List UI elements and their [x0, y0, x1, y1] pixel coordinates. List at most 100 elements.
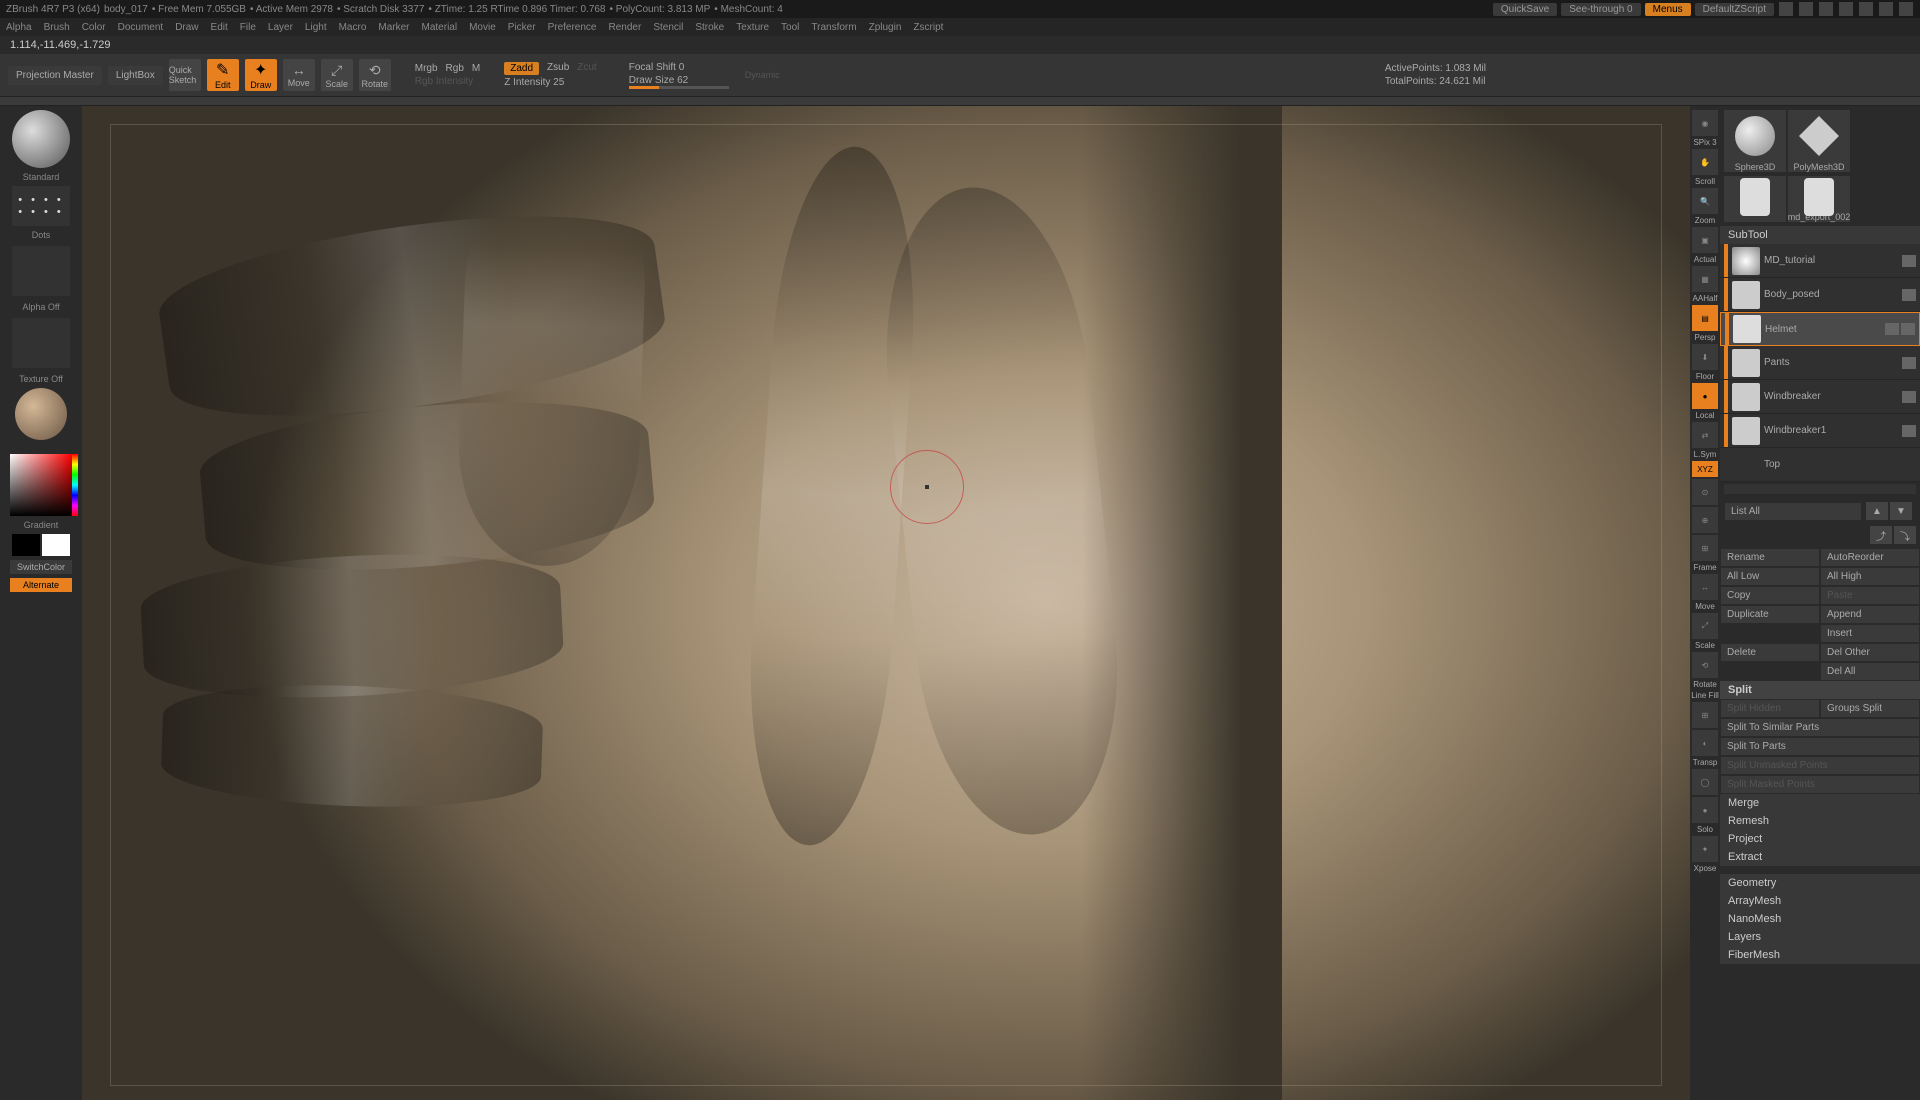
window-btn-3[interactable]: [1819, 2, 1833, 16]
rename-button[interactable]: Rename: [1720, 548, 1820, 567]
nav-scale-button[interactable]: ⤢: [1692, 613, 1718, 639]
rgb-toggle[interactable]: Rgb: [446, 63, 464, 74]
nav-rotate-button[interactable]: ⟲: [1692, 652, 1718, 678]
geometry-header[interactable]: Geometry: [1720, 874, 1920, 892]
menu-zscript[interactable]: Zscript: [913, 22, 943, 33]
quicksave-button[interactable]: QuickSave: [1493, 3, 1557, 16]
alternate-button[interactable]: Alternate: [10, 578, 72, 592]
actual-button[interactable]: ▣: [1692, 227, 1718, 253]
menu-stroke[interactable]: Stroke: [695, 22, 724, 33]
menu-alpha[interactable]: Alpha: [6, 22, 32, 33]
close-button[interactable]: [1899, 2, 1913, 16]
window-btn-1[interactable]: [1779, 2, 1793, 16]
seethrough-slider[interactable]: See-through 0: [1561, 3, 1640, 16]
listall-button[interactable]: List All: [1724, 502, 1862, 521]
menu-movie[interactable]: Movie: [469, 22, 496, 33]
eye-icon[interactable]: [1902, 255, 1916, 267]
remesh-header[interactable]: Remesh: [1720, 812, 1920, 830]
menu-light[interactable]: Light: [305, 22, 327, 33]
subtool-top[interactable]: Top: [1720, 448, 1920, 482]
scale-button[interactable]: ⤢Scale: [321, 59, 353, 91]
zoom-button[interactable]: 🔍: [1692, 188, 1718, 214]
arrow-move-down[interactable]: ⤵: [1894, 526, 1916, 544]
tool-preset-active[interactable]: [1724, 176, 1786, 222]
splitmasked-button[interactable]: Split Masked Points: [1720, 775, 1920, 794]
menu-material[interactable]: Material: [422, 22, 458, 33]
menu-layer[interactable]: Layer: [268, 22, 293, 33]
rot-y-button[interactable]: ⊙: [1692, 479, 1718, 505]
switchcolor-button[interactable]: SwitchColor: [10, 560, 72, 574]
layers-header[interactable]: Layers: [1720, 928, 1920, 946]
subtool-pants[interactable]: Pants: [1720, 346, 1920, 380]
edit-button[interactable]: ✎Edit: [207, 59, 239, 91]
menu-macro[interactable]: Macro: [339, 22, 367, 33]
zadd-toggle[interactable]: Zadd: [504, 62, 539, 75]
arrow-up[interactable]: ▲: [1866, 502, 1888, 520]
eye-icon[interactable]: [1901, 323, 1915, 335]
frame-button[interactable]: ⊞: [1692, 535, 1718, 561]
persp-button[interactable]: ▤: [1692, 305, 1718, 331]
subtool-windbreaker1[interactable]: Windbreaker1: [1720, 414, 1920, 448]
z-intensity-slider[interactable]: Z Intensity 25: [504, 77, 596, 88]
eye-icon[interactable]: [1902, 357, 1916, 369]
autoreorder-button[interactable]: AutoReorder: [1820, 548, 1920, 567]
zscript-button[interactable]: DefaultZScript: [1695, 3, 1774, 16]
ghost-button[interactable]: ◯: [1692, 769, 1718, 795]
zcut-toggle[interactable]: Zcut: [577, 62, 596, 75]
minimize-button[interactable]: [1859, 2, 1873, 16]
subtool-header[interactable]: SubTool: [1720, 226, 1920, 244]
eye-icon[interactable]: [1885, 323, 1899, 335]
merge-header[interactable]: Merge: [1720, 794, 1920, 812]
bpr-button[interactable]: ◉: [1692, 110, 1718, 136]
nav-move-button[interactable]: ↔: [1692, 574, 1718, 600]
extract-header[interactable]: Extract: [1720, 848, 1920, 866]
arraymesh-header[interactable]: ArrayMesh: [1720, 892, 1920, 910]
splitsimilar-button[interactable]: Split To Similar Parts: [1720, 718, 1920, 737]
menu-render[interactable]: Render: [609, 22, 642, 33]
groupssplit-button[interactable]: Groups Split: [1820, 699, 1920, 718]
xyz-button[interactable]: XYZ: [1692, 461, 1718, 477]
rot-z-button[interactable]: ⊕: [1692, 507, 1718, 533]
scroll-button[interactable]: ✋: [1692, 149, 1718, 175]
menu-edit[interactable]: Edit: [211, 22, 228, 33]
menu-transform[interactable]: Transform: [811, 22, 856, 33]
swatch-white[interactable]: [42, 534, 70, 556]
projection-master-button[interactable]: Projection Master: [8, 66, 102, 85]
grid-button[interactable]: ⊞: [1692, 702, 1718, 728]
window-btn-4[interactable]: [1839, 2, 1853, 16]
texture-slot[interactable]: [12, 318, 70, 368]
draw-button[interactable]: ✦Draw: [245, 59, 277, 91]
fibermesh-header[interactable]: FiberMesh: [1720, 946, 1920, 964]
nanomesh-header[interactable]: NanoMesh: [1720, 910, 1920, 928]
m-toggle[interactable]: M: [472, 63, 480, 74]
project-header[interactable]: Project: [1720, 830, 1920, 848]
stroke-thumbnail[interactable]: • • • •• • • •: [12, 186, 70, 226]
menu-preference[interactable]: Preference: [548, 22, 597, 33]
insert-button[interactable]: Insert: [1820, 624, 1920, 643]
quicksketch-button[interactable]: Quick Sketch: [169, 59, 201, 91]
lsym-button[interactable]: ⇄: [1692, 422, 1718, 448]
menus-button[interactable]: Menus: [1645, 3, 1691, 16]
subtool-windbreaker[interactable]: Windbreaker: [1720, 380, 1920, 414]
lightbox-button[interactable]: LightBox: [108, 66, 163, 85]
subtool-bodyposed[interactable]: Body_posed: [1720, 278, 1920, 312]
aahalf-button[interactable]: ▦: [1692, 266, 1718, 292]
menu-brush[interactable]: Brush: [44, 22, 70, 33]
color-picker[interactable]: [10, 454, 72, 516]
material-thumbnail[interactable]: [15, 388, 67, 440]
splitparts-button[interactable]: Split To Parts: [1720, 737, 1920, 756]
splithidden-button[interactable]: Split Hidden: [1720, 699, 1820, 718]
delother-button[interactable]: Del Other: [1820, 643, 1920, 662]
menu-draw[interactable]: Draw: [175, 22, 198, 33]
mrgb-toggle[interactable]: Mrgb: [415, 63, 438, 74]
menu-zplugin[interactable]: Zplugin: [869, 22, 902, 33]
maximize-button[interactable]: [1879, 2, 1893, 16]
subtool-scroll[interactable]: [1724, 484, 1916, 494]
append-button[interactable]: Append: [1820, 605, 1920, 624]
arrow-move-up[interactable]: ⤴: [1870, 526, 1892, 544]
delete-button[interactable]: Delete: [1720, 643, 1820, 662]
viewport[interactable]: [82, 106, 1690, 1100]
copy-button[interactable]: Copy: [1720, 586, 1820, 605]
menu-stencil[interactable]: Stencil: [653, 22, 683, 33]
allhigh-button[interactable]: All High: [1820, 567, 1920, 586]
